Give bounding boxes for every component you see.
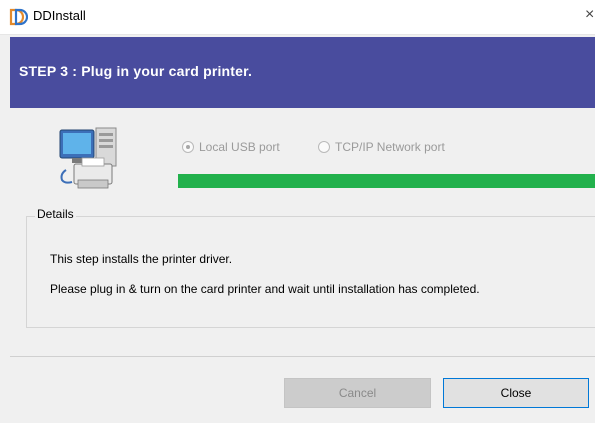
local-usb-port-option[interactable]: Local USB port bbox=[182, 140, 280, 154]
details-legend: Details bbox=[35, 207, 76, 221]
tcpip-network-port-radio[interactable] bbox=[318, 141, 330, 153]
details-group bbox=[26, 216, 595, 328]
ddinstall-app-icon bbox=[9, 8, 28, 26]
window-close-button[interactable]: × bbox=[585, 6, 594, 24]
install-progress-bar bbox=[178, 174, 595, 188]
cancel-button[interactable]: Cancel bbox=[284, 378, 431, 408]
tcpip-network-port-option[interactable]: TCP/IP Network port bbox=[318, 140, 445, 154]
footer-divider bbox=[10, 356, 595, 357]
close-button[interactable]: Close bbox=[443, 378, 589, 408]
window-title: DDInstall bbox=[33, 8, 86, 23]
local-usb-port-radio[interactable] bbox=[182, 141, 194, 153]
progress-fill bbox=[178, 174, 595, 188]
step-header: STEP 3 : Plug in your card printer. bbox=[10, 37, 595, 108]
computer-printer-icon bbox=[59, 127, 117, 189]
title-bar: DDInstall × bbox=[0, 0, 595, 35]
local-usb-port-label: Local USB port bbox=[199, 140, 280, 154]
details-line-1: This step installs the printer driver. bbox=[50, 252, 233, 266]
details-line-2: Please plug in & turn on the card printe… bbox=[50, 282, 480, 296]
tcpip-network-port-label: TCP/IP Network port bbox=[335, 140, 445, 154]
step-title: STEP 3 : Plug in your card printer. bbox=[19, 63, 253, 79]
